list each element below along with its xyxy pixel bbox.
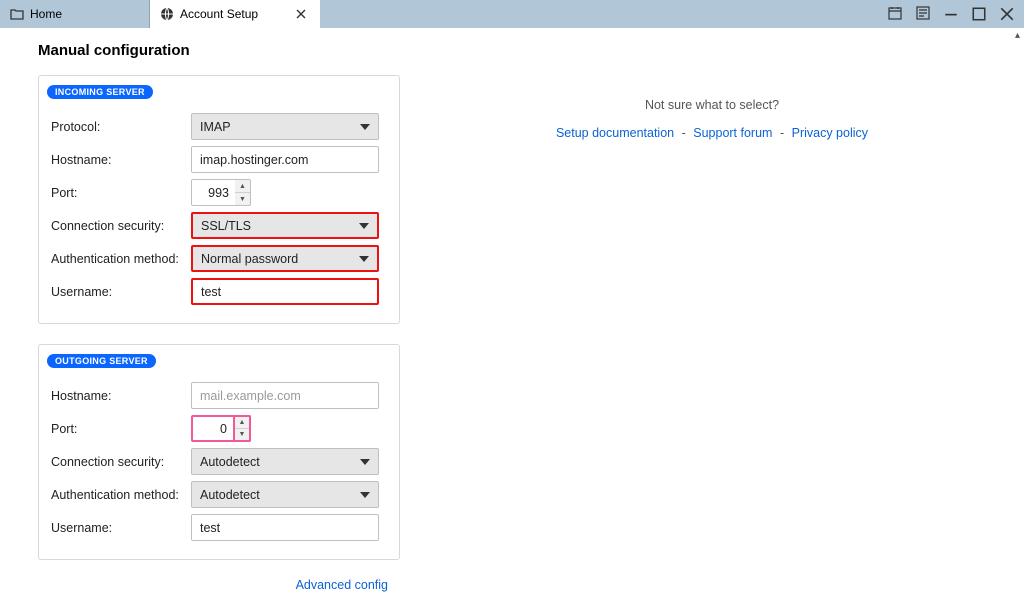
incoming-port-stepper[interactable]: ▲▼ [235, 179, 251, 206]
incoming-hostname-label: Hostname: [51, 153, 191, 167]
support-forum-link[interactable]: Support forum [693, 126, 772, 140]
incoming-hostname-input[interactable] [191, 146, 379, 173]
outgoing-username-input[interactable] [191, 514, 379, 541]
calendar-button[interactable] [888, 6, 902, 23]
outgoing-server-panel: OUTGOING SERVER Hostname: Port: ▲▼ Conne… [38, 344, 400, 560]
close-icon [1000, 7, 1014, 21]
incoming-badge: INCOMING SERVER [47, 85, 153, 99]
separator: - [682, 126, 686, 140]
incoming-server-panel: INCOMING SERVER Protocol: IMAP Hostname:… [38, 75, 400, 324]
outgoing-port-stepper[interactable]: ▲▼ [235, 415, 251, 442]
help-panel: Not sure what to select? Setup documenta… [400, 28, 1024, 526]
separator: - [780, 126, 784, 140]
incoming-protocol-select[interactable]: IMAP [191, 113, 379, 140]
tab-home[interactable]: Home [0, 0, 150, 28]
incoming-port-input[interactable] [191, 179, 235, 206]
help-links: Setup documentation - Support forum - Pr… [556, 126, 868, 140]
titlebar: Home Account Setup [0, 0, 1024, 28]
titlebar-controls [878, 0, 1024, 28]
calendar-icon [888, 6, 902, 20]
folder-icon [10, 8, 24, 20]
tab-active-label: Account Setup [180, 7, 258, 21]
window-close[interactable] [1000, 7, 1014, 21]
incoming-username-label: Username: [51, 285, 191, 299]
incoming-security-select[interactable]: SSL/TLS [191, 212, 379, 239]
outgoing-hostname-input[interactable] [191, 382, 379, 409]
outgoing-port-input[interactable] [191, 415, 235, 442]
chevron-up-icon[interactable]: ▲ [235, 180, 250, 193]
outgoing-security-label: Connection security: [51, 455, 191, 469]
maximize-icon [972, 7, 986, 21]
tab-close-button[interactable] [292, 9, 310, 19]
incoming-username-input[interactable] [191, 278, 379, 305]
tasks-button[interactable] [916, 6, 930, 23]
incoming-auth-select[interactable]: Normal password [191, 245, 379, 272]
tasks-icon [916, 6, 930, 20]
page-title: Manual configuration [38, 42, 400, 59]
close-icon [296, 9, 306, 19]
scroll-up-indicator[interactable]: ▴ [1015, 30, 1020, 41]
setup-doc-link[interactable]: Setup documentation [556, 126, 674, 140]
chevron-up-icon[interactable]: ▲ [235, 417, 249, 429]
incoming-auth-label: Authentication method: [51, 252, 191, 266]
outgoing-badge: OUTGOING SERVER [47, 354, 156, 368]
outgoing-auth-label: Authentication method: [51, 488, 191, 502]
tab-account-setup[interactable]: Account Setup [150, 0, 320, 28]
chevron-down-icon[interactable]: ▼ [235, 193, 250, 205]
chevron-down-icon[interactable]: ▼ [235, 429, 249, 440]
window-maximize[interactable] [972, 7, 986, 21]
globe-icon [160, 7, 174, 21]
outgoing-auth-select[interactable]: Autodetect [191, 481, 379, 508]
advanced-config-link[interactable]: Advanced config [38, 574, 400, 592]
incoming-security-label: Connection security: [51, 219, 191, 233]
help-title: Not sure what to select? [645, 98, 779, 112]
tab-home-label: Home [30, 7, 62, 21]
privacy-policy-link[interactable]: Privacy policy [792, 126, 868, 140]
outgoing-security-select[interactable]: Autodetect [191, 448, 379, 475]
outgoing-username-label: Username: [51, 521, 191, 535]
outgoing-port-label: Port: [51, 422, 191, 436]
incoming-port-label: Port: [51, 186, 191, 200]
incoming-protocol-label: Protocol: [51, 120, 191, 134]
window-minimize[interactable] [944, 7, 958, 21]
outgoing-hostname-label: Hostname: [51, 389, 191, 403]
minimize-icon [944, 7, 958, 21]
